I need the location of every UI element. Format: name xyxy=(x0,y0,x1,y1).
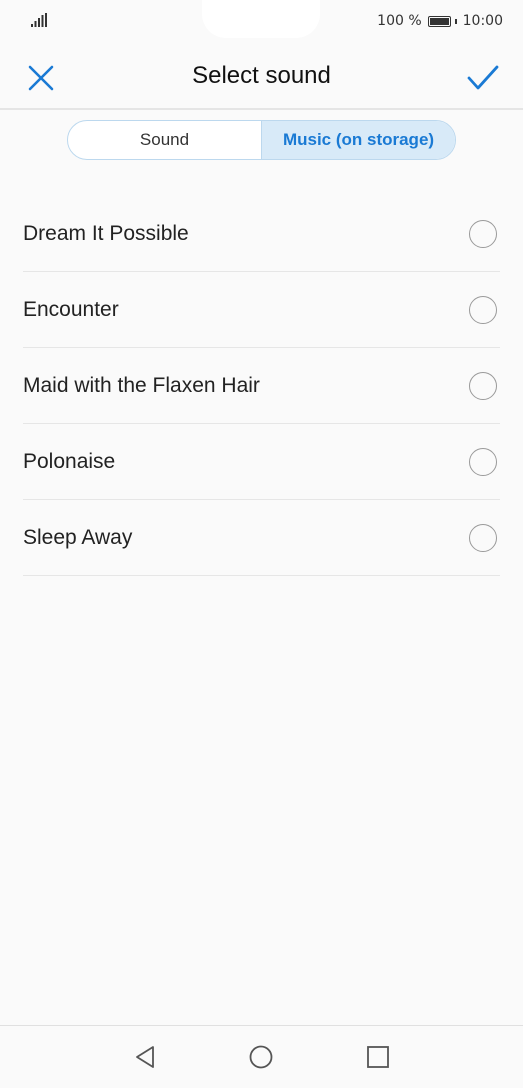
radio-button[interactable] xyxy=(469,447,497,476)
list-item[interactable]: Sleep Away xyxy=(23,500,500,576)
signal-icon xyxy=(31,13,47,27)
list-item-label: Polonaise xyxy=(23,449,116,473)
back-icon[interactable] xyxy=(133,1045,157,1069)
list-item[interactable]: Encounter xyxy=(23,272,500,348)
radio-button[interactable] xyxy=(469,523,497,552)
battery-percent: 100 % xyxy=(377,13,422,29)
radio-button[interactable] xyxy=(469,219,497,248)
list-item-label: Sleep Away xyxy=(23,525,133,549)
list-item-label: Maid with the Flaxen Hair xyxy=(23,373,260,397)
recents-icon[interactable] xyxy=(366,1045,390,1069)
home-icon[interactable] xyxy=(249,1045,273,1069)
list-item-label: Encounter xyxy=(23,297,119,321)
battery-icon xyxy=(427,15,451,27)
list-item[interactable]: Polonaise xyxy=(23,424,500,500)
sound-list: Dream It Possible Encounter Maid with th… xyxy=(23,196,500,576)
camera-notch xyxy=(202,0,320,38)
radio-button[interactable] xyxy=(469,371,497,400)
app-header: Select sound xyxy=(0,48,523,108)
list-item[interactable]: Maid with the Flaxen Hair xyxy=(23,348,500,424)
tab-music-on-storage[interactable]: Music (on storage) xyxy=(261,121,455,159)
source-tabs: Sound Music (on storage) xyxy=(67,120,456,160)
list-item-label: Dream It Possible xyxy=(23,221,189,245)
page-title: Select sound xyxy=(192,62,331,89)
battery-tip xyxy=(454,18,457,24)
status-bar: 100 % 10:00 xyxy=(0,0,523,40)
checkmark-icon[interactable] xyxy=(465,61,501,95)
radio-button[interactable] xyxy=(469,295,497,324)
header-divider xyxy=(0,108,523,110)
list-item[interactable]: Dream It Possible xyxy=(23,196,500,272)
navigation-bar xyxy=(0,1025,523,1088)
status-indicators: 100 % 10:00 xyxy=(377,11,503,31)
clock: 10:00 xyxy=(462,13,503,29)
tab-sound[interactable]: Sound xyxy=(68,121,261,159)
